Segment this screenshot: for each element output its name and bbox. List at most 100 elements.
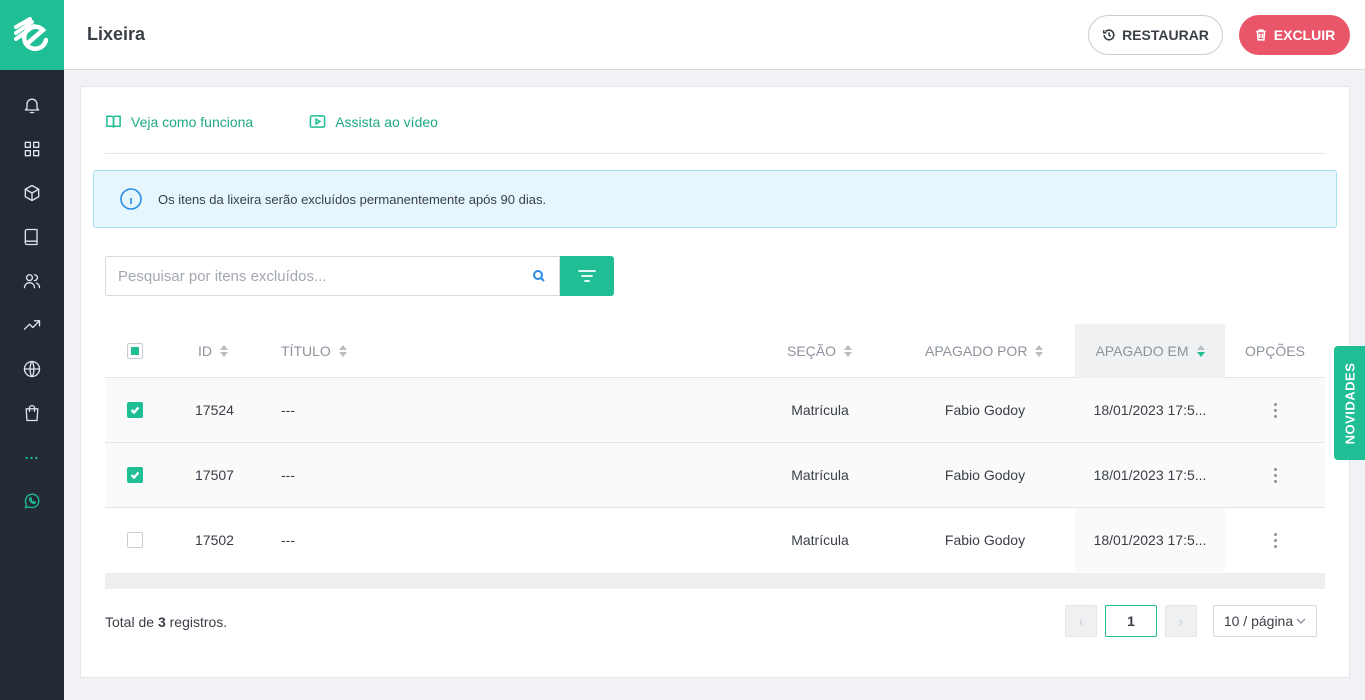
trash-icon (1255, 29, 1266, 41)
page-size-label: 10 / página (1223, 613, 1294, 629)
app-logo[interactable] (0, 0, 64, 70)
row-options-cell (1225, 443, 1325, 507)
column-deleted-by-label: APAGADO POR (925, 343, 1028, 359)
shopping-bag-icon[interactable] (16, 397, 48, 429)
dashboard-grid-icon[interactable] (16, 133, 48, 165)
search-box (105, 256, 560, 296)
page-title: Lixeira (87, 24, 146, 44)
row-deleted-at: 18/01/2023 17:5... (1075, 508, 1225, 572)
sidebar: ... (0, 0, 64, 700)
bell-icon[interactable] (16, 89, 48, 121)
row-deleted-by: Fabio Godoy (944, 532, 1026, 548)
kebab-menu-icon[interactable] (1273, 532, 1277, 548)
row-deleted-at: 18/01/2023 17:5... (1093, 467, 1207, 483)
restore-button-label: RESTAURAR (1122, 27, 1209, 43)
column-id-label: ID (198, 343, 212, 359)
open-book-icon (106, 115, 121, 128)
book-icon[interactable] (16, 221, 48, 253)
trash-card: Veja como funciona Assista ao vídeo Os i… (80, 86, 1350, 678)
row-id: 17502 (195, 532, 234, 548)
page-header: Lixeira RESTAURAR EXCLUIR (64, 0, 1365, 70)
row-id: 17524 (195, 402, 234, 418)
kebab-menu-icon[interactable] (1273, 402, 1277, 418)
row-select-cell (127, 378, 143, 442)
table-row: 17524 --- Matrícula Fabio Godoy 18/01/20… (105, 378, 1325, 443)
row-title: --- (281, 402, 295, 418)
globe-icon[interactable] (16, 353, 48, 385)
total-prefix: Total de (105, 614, 155, 630)
novidades-label: NOVIDADES (1342, 362, 1358, 444)
column-section[interactable]: SEÇÃO (787, 324, 853, 378)
column-options: OPÇÕES (1225, 324, 1325, 378)
cube-icon[interactable] (16, 177, 48, 209)
sort-desc-icon (1196, 345, 1205, 357)
horizontal-scrollbar[interactable] (105, 573, 1325, 589)
info-alert: Os itens da lixeira serão excluídos perm… (93, 170, 1337, 228)
row-section: Matrícula (791, 467, 849, 483)
divider (105, 153, 1325, 154)
column-section-label: SEÇÃO (787, 343, 837, 359)
column-deleted-by[interactable]: APAGADO POR (925, 324, 1044, 378)
column-deleted-at[interactable]: APAGADO EM (1075, 324, 1225, 378)
row-deleted-by: Fabio Godoy (944, 402, 1026, 418)
history-icon (1103, 29, 1115, 41)
row-deleted-by: Fabio Godoy (944, 467, 1026, 483)
trending-up-icon[interactable] (16, 309, 48, 341)
sort-icon (844, 345, 853, 357)
row-options-cell (1225, 378, 1325, 442)
alert-text: Os itens da lixeira serão excluídos perm… (158, 191, 547, 207)
table-row: 17502 --- Matrícula Fabio Godoy 18/01/20… (105, 508, 1325, 573)
row-deleted-at: 18/01/2023 17:5... (1093, 402, 1207, 418)
column-options-label: OPÇÕES (1245, 343, 1305, 359)
novidades-tab[interactable]: NOVIDADES (1334, 346, 1365, 460)
previous-page-button[interactable]: ‹ (1065, 605, 1097, 637)
page-1-button[interactable]: 1 (1105, 605, 1157, 637)
delete-button-label: EXCLUIR (1273, 27, 1336, 43)
watch-video-link[interactable]: Assista ao vídeo (309, 113, 438, 130)
column-id[interactable]: ID (198, 324, 228, 378)
sort-icon (1035, 345, 1044, 357)
select-all-cell (127, 324, 143, 378)
total-count: 3 (157, 614, 166, 630)
column-title[interactable]: TÍTULO (281, 324, 347, 378)
chevron-right-icon: › (1178, 613, 1184, 629)
row-options-cell (1225, 508, 1325, 572)
row-id: 17507 (195, 467, 234, 483)
table-row: 17507 --- Matrícula Fabio Godoy 18/01/20… (105, 443, 1325, 508)
sort-icon (220, 345, 228, 357)
row-select-cell (127, 508, 143, 572)
search-icon[interactable] (532, 269, 546, 283)
select-all-checkbox[interactable] (127, 343, 143, 359)
search-input[interactable] (106, 257, 506, 295)
total-records: Total de 3 registros. (105, 614, 227, 630)
more-icon[interactable]: ... (16, 440, 48, 472)
table-header: ID TÍTULO SEÇÃO APAGADO POR APAGADO EM O… (105, 324, 1325, 378)
column-deleted-at-label: APAGADO EM (1095, 343, 1189, 359)
users-icon[interactable] (16, 265, 48, 297)
row-title: --- (281, 532, 295, 548)
row-select-cell (127, 443, 143, 507)
row-checkbox[interactable] (127, 532, 143, 548)
row-section: Matrícula (791, 402, 849, 418)
sort-icon (338, 345, 347, 357)
row-checkbox[interactable] (127, 402, 143, 418)
page-size-select[interactable]: 10 / página (1213, 605, 1317, 637)
row-checkbox[interactable] (127, 467, 143, 483)
info-icon (120, 188, 142, 210)
chevron-left-icon: ‹ (1078, 613, 1084, 629)
how-it-works-link[interactable]: Veja como funciona (105, 113, 253, 130)
delete-button[interactable]: EXCLUIR (1239, 15, 1350, 55)
help-links: Veja como funciona Assista ao vídeo (105, 113, 438, 130)
column-title-label: TÍTULO (281, 343, 331, 359)
restore-button[interactable]: RESTAURAR (1088, 15, 1223, 55)
next-page-button[interactable]: › (1165, 605, 1197, 637)
chevron-down-icon (1296, 618, 1306, 624)
trash-table: ID TÍTULO SEÇÃO APAGADO POR APAGADO EM O… (105, 324, 1325, 589)
watch-video-label: Assista ao vídeo (335, 113, 438, 130)
logo-icon (14, 17, 49, 51)
total-suffix: registros. (169, 614, 228, 630)
whatsapp-icon[interactable] (16, 485, 48, 517)
kebab-menu-icon[interactable] (1273, 467, 1277, 483)
filter-button[interactable] (560, 256, 614, 296)
how-it-works-label: Veja como funciona (131, 113, 254, 130)
